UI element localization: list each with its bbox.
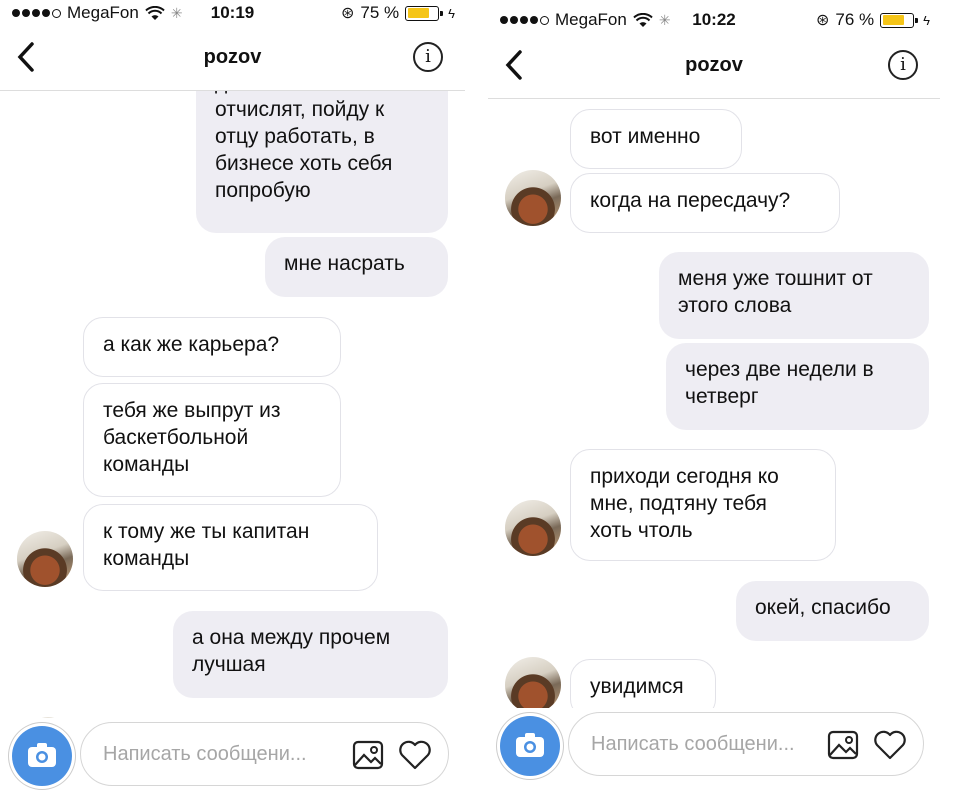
battery-percent: 76 % [835,10,875,29]
message-input[interactable]: Написать сообщени... [568,712,924,776]
heart-icon[interactable] [873,729,907,761]
camera-button[interactable] [500,716,560,776]
avatar[interactable] [505,500,561,556]
info-icon[interactable]: i [888,50,918,80]
message-out: меня уже тошнит от этого слова [659,252,929,339]
message-out: через две недели в четверг [666,343,929,430]
battery-icon [880,12,919,28]
chat-screen-left: MegaFon ✳ 10:19 ⊛ 75 % ϟ pozov i даже ес… [0,0,465,798]
message-composer: Написать сообщени... [0,718,465,798]
image-icon[interactable] [352,739,384,771]
avatar[interactable] [505,657,561,713]
chat-screen-right: MegaFon ✳ 10:22 ⊛ 76 % ϟ pozov i вот име… [488,0,940,798]
message-input[interactable]: Написать сообщени... [80,722,449,786]
message-out: даже если и отчислят, пойду к отцу работ… [196,91,448,233]
camera-icon [28,743,56,767]
message-out: мне насрать [265,237,448,297]
message-in: тебя же выпрут из баскетбольной команды [83,383,341,497]
charging-icon: ϟ [448,5,455,21]
info-icon[interactable]: i [413,42,443,72]
chat-header: pozov i [488,36,940,99]
battery-percent: 75 % [360,3,400,22]
message-in: вот именно [570,109,742,169]
status-right: ⊛ 75 % ϟ [341,3,455,23]
status-right: ⊛ 76 % ϟ [816,10,930,30]
chat-title[interactable]: pozov [0,46,465,69]
lock-rotation-icon: ⊛ [340,5,355,22]
message-input-placeholder: Написать сообщени... [591,733,795,755]
lock-rotation-icon: ⊛ [815,12,830,29]
chat-header: pozov i [0,28,465,91]
status-bar: MegaFon ✳ 10:19 ⊛ 75 % ϟ [0,0,465,28]
camera-icon [516,733,544,757]
camera-button[interactable] [12,726,72,786]
message-in: к тому же ты капитан команды [83,504,378,591]
message-in: когда на пересдачу? [570,173,840,233]
message-out: окей, спасибо [736,581,929,641]
message-list[interactable]: вот именно когда на пересдачу? меня уже … [488,99,940,718]
message-out: а она между прочем лучшая [173,611,448,698]
chat-title[interactable]: pozov [488,54,940,77]
message-composer: Написать сообщени... [488,708,940,788]
message-list[interactable]: даже если и отчислят, пойду к отцу работ… [0,91,465,718]
message-input-placeholder: Написать сообщени... [103,743,307,765]
message-in: а как же карьера? [83,317,341,377]
charging-icon: ϟ [923,12,930,28]
avatar[interactable] [17,531,73,587]
status-bar: MegaFon ✳ 10:22 ⊛ 76 % ϟ [488,7,940,35]
battery-icon [405,5,444,21]
heart-icon[interactable] [398,739,432,771]
avatar[interactable] [505,170,561,226]
image-icon[interactable] [827,729,859,761]
message-in: приходи сегодня ко мне, подтяну тебя хот… [570,449,836,561]
